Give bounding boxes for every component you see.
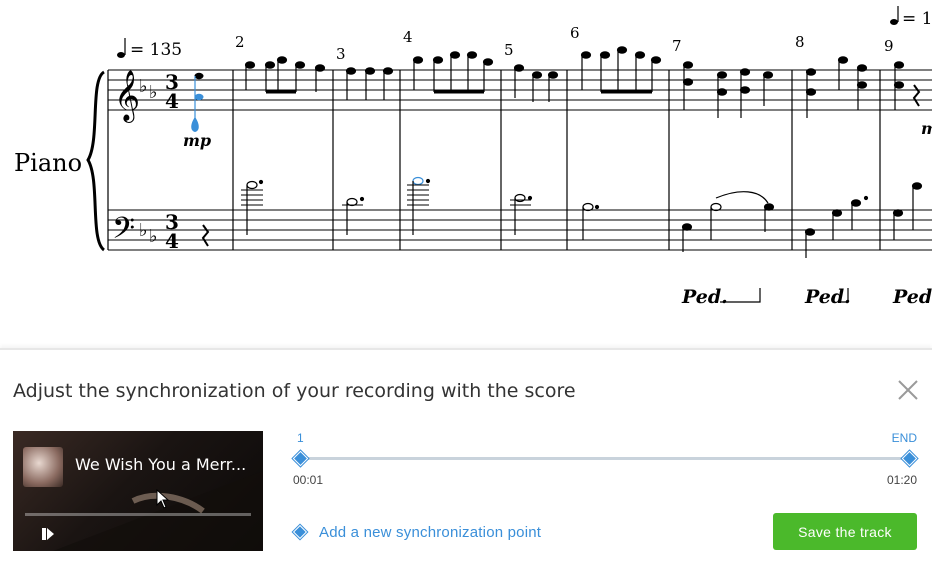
- tempo-marking-right: = 14: [890, 6, 932, 29]
- instrument-label: Piano: [14, 149, 82, 177]
- end-time: 01:20: [886, 473, 917, 487]
- pedal-mark: Ped.: [892, 286, 932, 308]
- bass-notes: [246, 176, 769, 240]
- panel-title: Adjust the synchronization of your recor…: [13, 380, 576, 402]
- treble-notes: [244, 46, 921, 118]
- add-sync-point-link[interactable]: Add a new synchronization point: [292, 522, 542, 542]
- measure-number: 4: [403, 28, 413, 46]
- bass-notes-filled: [258, 178, 923, 258]
- start-sync-point[interactable]: [292, 450, 309, 467]
- start-marker-label: 1: [297, 431, 304, 445]
- add-sync-point-label: Add a new synchronization point: [319, 523, 542, 541]
- tempo-text-right: = 14: [902, 9, 932, 29]
- close-icon[interactable]: [896, 378, 920, 402]
- play-pause-icon[interactable]: [41, 527, 55, 541]
- dynamic-marking: mp: [183, 131, 211, 150]
- end-sync-point[interactable]: [901, 450, 918, 467]
- play-button[interactable]: [41, 527, 55, 541]
- measure-number: 3: [336, 45, 346, 63]
- measure-number: 9: [884, 37, 894, 55]
- diamond-icon: [292, 524, 308, 540]
- key-flat-icon: ♭: [139, 220, 148, 241]
- time-sig-bottom: 4: [165, 229, 179, 253]
- start-time: 00:01: [293, 473, 324, 487]
- measure-numbers: 2 3 4 5 6 7 8 9: [235, 24, 894, 63]
- timeline-track[interactable]: [299, 457, 911, 460]
- save-track-button[interactable]: Save the track: [773, 513, 917, 550]
- sync-panel: Adjust the synchronization of your recor…: [0, 348, 932, 578]
- video-progress-bar[interactable]: [25, 513, 251, 516]
- tempo-text: = 135: [130, 40, 182, 60]
- brace-icon: [86, 70, 106, 252]
- key-flat-icon: ♭: [139, 76, 148, 97]
- pedal-marks: Ped. Ped. Ped.: [681, 286, 932, 308]
- key-flat-icon: ♭: [149, 82, 158, 103]
- measure-number: 5: [504, 41, 514, 59]
- selected-note[interactable]: [191, 72, 204, 132]
- pedal-mark: Ped.: [804, 286, 851, 308]
- music-score[interactable]: 𝄞 𝄢 ♭ ♭ ♭ ♭ 3 4 3 4 Piano = 135 = 14 2 3…: [0, 0, 932, 348]
- treble-clef-icon: 𝄞: [114, 70, 140, 123]
- video-player[interactable]: We Wish You a Merr...: [13, 431, 263, 551]
- measure-number: 6: [570, 24, 580, 42]
- sync-timeline[interactable]: 1 END 00:01 01:20: [292, 431, 918, 491]
- rest-icon: [201, 224, 210, 247]
- ledger-lines: [241, 184, 531, 206]
- measure-number: 2: [235, 33, 245, 51]
- close-button[interactable]: [896, 378, 920, 402]
- time-sig-bottom: 4: [165, 89, 179, 113]
- key-flat-icon: ♭: [149, 226, 158, 247]
- tempo-marking: = 135: [117, 38, 182, 60]
- pedal-mark: Ped.: [681, 286, 728, 308]
- measure-number: 7: [672, 37, 682, 55]
- bass-clef-icon: 𝄢: [112, 212, 135, 253]
- dynamic-marking-partial: m: [921, 119, 932, 138]
- end-marker-label: END: [891, 431, 917, 445]
- measure-number: 8: [795, 33, 805, 51]
